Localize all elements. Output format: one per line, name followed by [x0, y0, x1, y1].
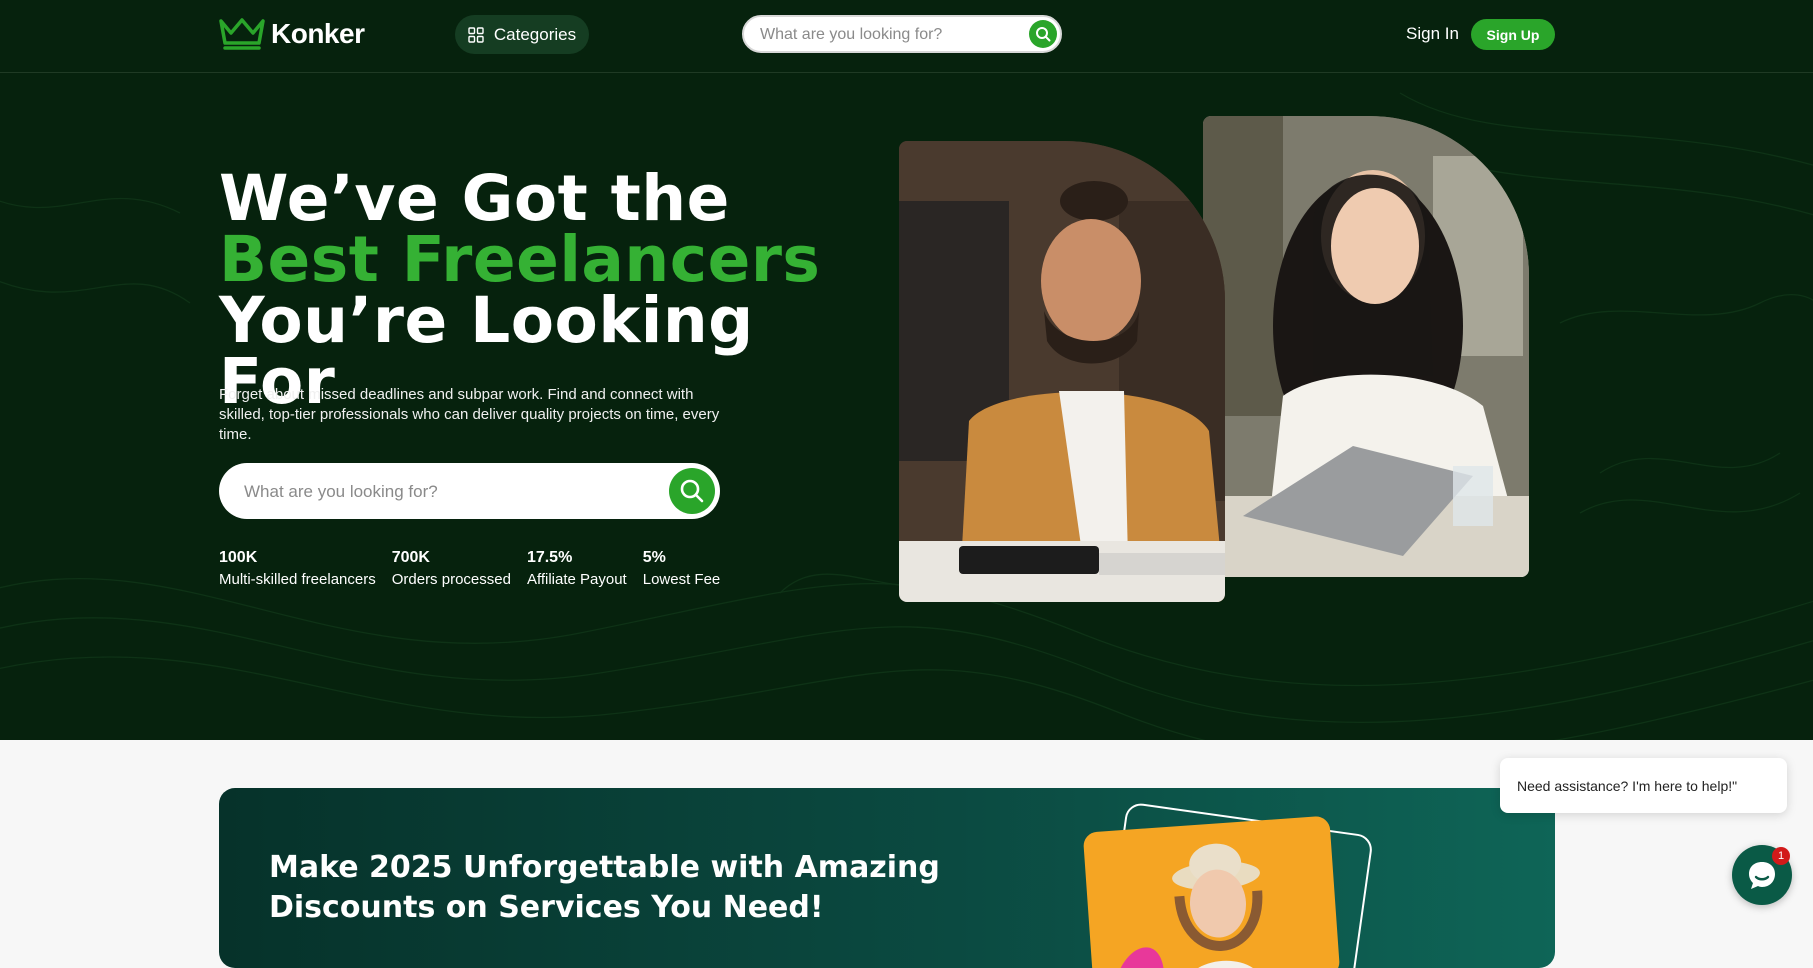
hero-photo-woman	[1203, 116, 1529, 577]
logo[interactable]: Konker	[219, 17, 365, 51]
hero-subtext: Forget about missed deadlines and subpar…	[219, 386, 720, 443]
categories-button[interactable]: Categories	[455, 15, 589, 54]
stat-label: Orders processed	[391, 571, 511, 588]
stat-number: 700K	[391, 549, 430, 566]
chat-unread-badge: 1	[1772, 847, 1790, 865]
stat-item: 700K Orders processed	[392, 549, 511, 588]
hero-search-input[interactable]	[242, 473, 646, 511]
man-illustration	[899, 141, 1225, 602]
signin-link[interactable]: Sign In	[1406, 24, 1459, 44]
hero-headline: We’ve Got the Best Freelancers You’re Lo…	[219, 167, 839, 413]
hero-photo-man	[899, 141, 1225, 602]
stat-item: 5% Lowest Fee	[643, 549, 721, 588]
header-search-button[interactable]	[1029, 20, 1057, 48]
grid-icon	[468, 26, 484, 43]
hero-section: We’ve Got the Best Freelancers You’re Lo…	[0, 73, 1813, 740]
logo-text: Konker	[271, 18, 365, 49]
promo-card	[1082, 815, 1341, 968]
stat-number: 17.5%	[526, 549, 573, 566]
categories-label: Categories	[493, 24, 577, 44]
stat-number: 5%	[642, 549, 666, 566]
signup-button[interactable]: Sign Up	[1471, 19, 1555, 50]
chat-message-bubble[interactable]: Need assistance? I'm here to help!"	[1500, 758, 1787, 813]
chat-icon	[1749, 862, 1775, 889]
stat-label: Multi-skilled freelancers	[219, 571, 376, 588]
promo-title: Make 2025 Unforgettable with Amazing Dis…	[269, 850, 940, 925]
search-icon	[680, 479, 704, 503]
chat-message-text: Need assistance? I'm here to help!"	[1517, 777, 1738, 794]
stat-label: Affiliate Payout	[526, 571, 627, 588]
header-search-input[interactable]	[758, 17, 1012, 53]
stat-item: 100K Multi-skilled freelancers	[219, 549, 376, 588]
site-header: Konker Categories Sign In Sign Up	[0, 0, 1813, 73]
hero-search-button[interactable]	[669, 468, 715, 514]
header-search	[742, 15, 1062, 53]
stat-item: 17.5% Affiliate Payout	[527, 549, 627, 588]
promo-girl-illustration	[1113, 843, 1264, 968]
hero-stats: 100K Multi-skilled freelancers 700K Orde…	[219, 549, 720, 588]
hero-search	[219, 463, 720, 519]
crown-logo-icon	[219, 18, 265, 50]
search-icon	[1036, 27, 1051, 42]
woman-illustration	[1203, 116, 1529, 577]
stat-label: Lowest Fee	[642, 571, 721, 588]
stat-number: 100K	[219, 549, 258, 566]
promo-banner[interactable]: Make 2025 Unforgettable with Amazing Dis…	[219, 788, 1555, 968]
